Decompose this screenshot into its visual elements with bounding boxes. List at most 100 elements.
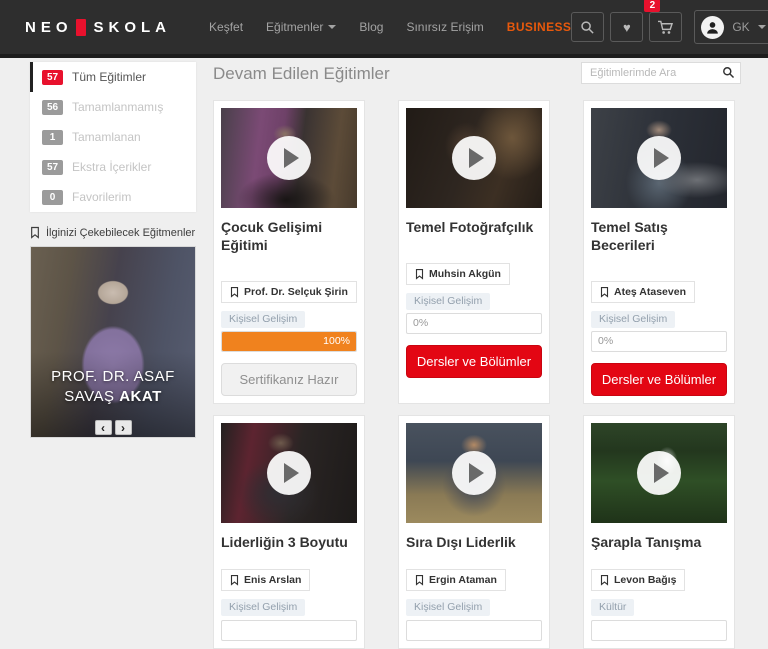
play-icon[interactable] bbox=[452, 451, 496, 495]
course-card: Şarapla Tanışma Levon Bağış Kültür bbox=[583, 415, 735, 649]
filter-incomplete[interactable]: 56 Tamamlanmamış bbox=[30, 92, 196, 122]
instructor-name: Ergin Ataman bbox=[429, 574, 497, 586]
instructor-name: Levon Bağış bbox=[614, 574, 676, 586]
play-icon[interactable] bbox=[637, 451, 681, 495]
course-title[interactable]: Çocuk Gelişimi Eğitimi bbox=[221, 218, 357, 254]
lessons-sections-button[interactable]: Dersler ve Bölümler bbox=[406, 345, 542, 378]
filter-extra-content[interactable]: 57 Ekstra İçerikler bbox=[30, 152, 196, 182]
course-video-thumbnail[interactable] bbox=[406, 423, 542, 523]
nav-egitmenler[interactable]: Eğitmenler bbox=[266, 20, 336, 34]
chevron-right-icon: › bbox=[121, 422, 125, 434]
heart-icon: ♥ bbox=[623, 20, 631, 35]
filter-completed[interactable]: 1 Tamamlanan bbox=[30, 122, 196, 152]
user-icon bbox=[705, 20, 720, 35]
instructor-chip[interactable]: Ateş Ataseven bbox=[591, 281, 695, 303]
cart-button[interactable] bbox=[649, 12, 682, 42]
page-title: Devam Edilen Eğitimler bbox=[213, 64, 390, 84]
bookmark-icon bbox=[415, 268, 424, 280]
filter-all-courses[interactable]: 57 Tüm Eğitimler bbox=[30, 62, 196, 92]
search-icon[interactable] bbox=[722, 66, 735, 84]
featured-instructor-name: PROF. DR. ASAF SAVAŞ AKAT bbox=[31, 367, 195, 408]
main-content: Devam Edilen Eğitimler Çocuk Gelişimi Eğ… bbox=[213, 62, 741, 649]
count-badge: 0 bbox=[42, 190, 63, 205]
instructor-name: Ateş Ataseven bbox=[614, 286, 686, 298]
featured-instructor-slide[interactable]: PROF. DR. ASAF SAVAŞ AKAT ‹ › bbox=[30, 246, 196, 438]
cart-count-badge: 2 bbox=[644, 0, 660, 12]
instructor-name: Prof. Dr. Selçuk Şirin bbox=[244, 286, 348, 298]
course-video-thumbnail[interactable] bbox=[221, 423, 357, 523]
course-card: Sıra Dışı Liderlik Ergin Ataman Kişisel … bbox=[398, 415, 550, 649]
progress-bar bbox=[221, 620, 357, 641]
instructor-chip[interactable]: Muhsin Akgün bbox=[406, 263, 510, 285]
nav-business[interactable]: BUSINESS bbox=[507, 20, 572, 34]
nav-sinirsiz-erisim[interactable]: Sınırsız Erişim bbox=[406, 20, 483, 34]
slider-prev-button[interactable]: ‹ bbox=[95, 420, 112, 435]
slider-next-button[interactable]: › bbox=[115, 420, 132, 435]
certificate-ready-button[interactable]: Sertifikanız Hazır bbox=[221, 363, 357, 396]
category-tag[interactable]: Kültür bbox=[591, 599, 634, 616]
play-icon[interactable] bbox=[637, 136, 681, 180]
course-video-thumbnail[interactable] bbox=[406, 108, 542, 208]
main-menu: Keşfet Eğitmenler Blog Sınırsız Erişim B… bbox=[209, 20, 571, 34]
count-badge: 1 bbox=[42, 130, 63, 145]
chevron-down-icon bbox=[328, 25, 336, 29]
course-title[interactable]: Temel Fotoğrafçılık bbox=[406, 218, 542, 236]
filter-label: Favorilerim bbox=[72, 190, 131, 204]
logo[interactable]: NEOSKOLA bbox=[25, 19, 171, 36]
instructor-chip[interactable]: Ergin Ataman bbox=[406, 569, 506, 591]
category-tag[interactable]: Kişisel Gelişim bbox=[406, 599, 490, 616]
progress-bar: 0% bbox=[591, 331, 727, 352]
course-search bbox=[581, 62, 741, 84]
course-card: Temel Fotoğrafçılık Muhsin Akgün Kişisel… bbox=[398, 100, 550, 404]
course-search-input[interactable] bbox=[581, 62, 741, 84]
favorites-button[interactable]: ♥ bbox=[610, 12, 643, 42]
chevron-down-icon bbox=[758, 25, 766, 29]
filter-label: Tüm Eğitimler bbox=[72, 70, 146, 84]
nav-blog[interactable]: Blog bbox=[359, 20, 383, 34]
category-tag[interactable]: Kişisel Gelişim bbox=[406, 293, 490, 310]
course-filter-panel: 57 Tüm Eğitimler 56 Tamamlanmamış 1 Tama… bbox=[30, 62, 196, 212]
category-tag[interactable]: Kişisel Gelişim bbox=[221, 311, 305, 328]
search-button[interactable] bbox=[571, 12, 604, 42]
nav-kesfet[interactable]: Keşfet bbox=[209, 20, 243, 34]
course-title[interactable]: Temel Satış Becerileri bbox=[591, 218, 727, 254]
play-icon[interactable] bbox=[267, 451, 311, 495]
search-icon bbox=[580, 20, 595, 35]
bookmark-icon bbox=[230, 574, 239, 586]
category-tag[interactable]: Kişisel Gelişim bbox=[221, 599, 305, 616]
progress-percent: 0% bbox=[598, 332, 613, 351]
sidebar: 57 Tüm Eğitimler 56 Tamamlanmamış 1 Tama… bbox=[30, 62, 196, 438]
cart-icon bbox=[657, 20, 674, 35]
progress-bar bbox=[406, 620, 542, 641]
course-grid: Çocuk Gelişimi Eğitimi Prof. Dr. Selçuk … bbox=[213, 100, 741, 649]
course-title[interactable]: Sıra Dışı Liderlik bbox=[406, 533, 542, 551]
course-card: Çocuk Gelişimi Eğitimi Prof. Dr. Selçuk … bbox=[213, 100, 365, 404]
instructor-chip[interactable]: Levon Bağış bbox=[591, 569, 685, 591]
chevron-left-icon: ‹ bbox=[101, 422, 105, 434]
top-navbar: NEOSKOLA Keşfet Eğitmenler Blog Sınırsız… bbox=[0, 0, 768, 58]
course-video-thumbnail[interactable] bbox=[591, 108, 727, 208]
course-video-thumbnail[interactable] bbox=[591, 423, 727, 523]
course-title[interactable]: Şarapla Tanışma bbox=[591, 533, 727, 551]
progress-percent: 100% bbox=[323, 332, 350, 351]
main-header: Devam Edilen Eğitimler bbox=[213, 62, 741, 86]
filter-label: Tamamlanan bbox=[72, 130, 141, 144]
filter-favorites[interactable]: 0 Favorilerim bbox=[30, 182, 196, 212]
filter-label: Tamamlanmamış bbox=[72, 100, 163, 114]
progress-bar: 100% bbox=[221, 331, 357, 352]
course-video-thumbnail[interactable] bbox=[221, 108, 357, 208]
logo-text-skola: SKOLA bbox=[94, 19, 172, 36]
bookmark-icon bbox=[600, 286, 609, 298]
course-title[interactable]: Liderliğin 3 Boyutu bbox=[221, 533, 357, 551]
bookmark-icon bbox=[30, 226, 40, 239]
user-menu-button[interactable]: GK bbox=[694, 10, 768, 44]
instructor-chip[interactable]: Prof. Dr. Selçuk Şirin bbox=[221, 281, 357, 303]
category-tag[interactable]: Kişisel Gelişim bbox=[591, 311, 675, 328]
count-badge: 57 bbox=[42, 160, 63, 175]
bookmark-icon bbox=[230, 286, 239, 298]
play-icon[interactable] bbox=[267, 136, 311, 180]
instructor-chip[interactable]: Enis Arslan bbox=[221, 569, 310, 591]
lessons-sections-button[interactable]: Dersler ve Bölümler bbox=[591, 363, 727, 396]
user-initials: GK bbox=[732, 20, 749, 34]
play-icon[interactable] bbox=[452, 136, 496, 180]
